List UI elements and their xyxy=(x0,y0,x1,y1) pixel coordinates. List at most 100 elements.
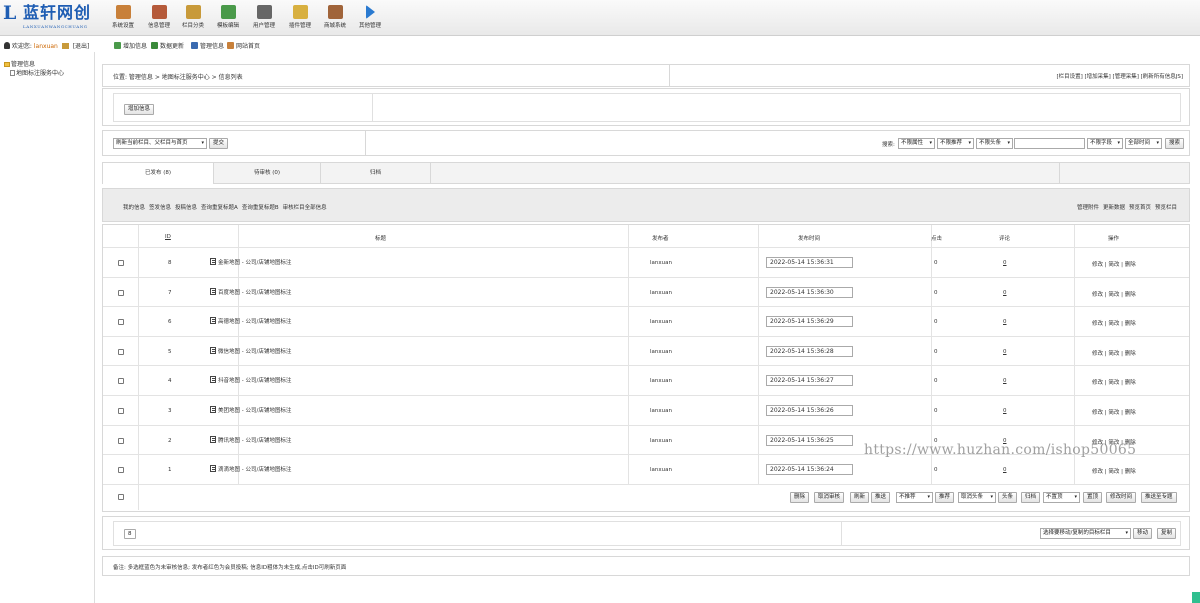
refresh-submit-button[interactable]: 提交 xyxy=(209,138,229,149)
row-author[interactable]: lanxuan xyxy=(650,260,672,266)
row-ops[interactable]: 修改 | 简改 | 删除 xyxy=(1092,260,1136,268)
batch-recommend-button[interactable]: 推荐 xyxy=(935,491,955,503)
row-time-field[interactable]: 2022-05-14 15:36:24 xyxy=(766,464,853,476)
row-id[interactable]: 5 xyxy=(168,349,172,355)
batch-no-top-select[interactable]: 不置顶 ▾ xyxy=(1043,491,1080,503)
toolbar-link[interactable]: 签发信息 xyxy=(149,205,171,211)
nav-item-plugin[interactable]: 插件管理 xyxy=(284,4,316,34)
batch-archive-button[interactable]: 归档 xyxy=(1021,491,1041,503)
field-select[interactable]: 不限字段 ▾ xyxy=(1087,138,1123,149)
batch-cancel-headline-select[interactable]: 取消头条 ▾ xyxy=(958,491,996,503)
row-title[interactable]: 百度地图 - 公司/店铺地图标注 xyxy=(210,287,291,296)
tree-root[interactable]: 管理信息 xyxy=(4,59,35,68)
row-time-field[interactable]: 2022-05-14 15:36:30 xyxy=(766,286,853,298)
nav-item-category[interactable]: 栏目分类 xyxy=(177,4,209,34)
quick-link-add[interactable]: 增加信息 xyxy=(114,41,147,50)
tab-archive[interactable]: 归档 xyxy=(321,163,431,184)
row-title-text[interactable]: 高德地图 - 公司/店铺地图标注 xyxy=(218,319,291,325)
nav-item-user[interactable]: 用户管理 xyxy=(248,4,280,34)
row-comments[interactable]: 0 xyxy=(1003,260,1007,266)
row-author[interactable]: lanxuan xyxy=(650,438,672,444)
row-author[interactable]: lanxuan xyxy=(650,319,672,325)
row-checkbox[interactable] xyxy=(118,408,124,414)
toolbar-link[interactable]: 预览首页 xyxy=(1129,205,1151,211)
batch-headline-button[interactable]: 头条 xyxy=(998,491,1018,503)
row-id[interactable]: 1 xyxy=(168,467,172,473)
recommend-select[interactable]: 不限推荐 ▾ xyxy=(937,138,974,149)
batch-top-button[interactable]: 置顶 xyxy=(1083,491,1103,503)
row-title[interactable]: 美团地图 - 公司/店铺地图标注 xyxy=(210,406,291,414)
nav-item-settings[interactable]: 系统设置 xyxy=(107,4,139,34)
tab-published[interactable]: 已发布 (8) xyxy=(103,163,214,184)
toolbar-link[interactable]: 查询重复标题B xyxy=(242,205,279,211)
batch-modify-time-button[interactable]: 修改时间 xyxy=(1106,491,1137,503)
row-checkbox[interactable] xyxy=(118,319,124,326)
row-title[interactable]: 腾讯地图 - 公司/店铺地图标注 xyxy=(210,435,291,444)
row-ops[interactable]: 修改 | 简改 | 删除 xyxy=(1092,408,1136,416)
batch-unaudit-button[interactable]: 取消审核 xyxy=(814,491,845,503)
row-comments[interactable]: 0 xyxy=(1003,290,1007,296)
row-title[interactable]: 金新地图 - 公司/店铺地图标注 xyxy=(210,258,291,266)
quick-link-home[interactable]: 网站首页 xyxy=(227,41,260,50)
tree-child[interactable]: 地图标注服务中心 xyxy=(10,68,64,77)
toolbar-link[interactable]: 管理附件 xyxy=(1077,205,1099,211)
row-time-field[interactable]: 2022-05-14 15:36:28 xyxy=(766,345,853,357)
row-time-field[interactable]: 2022-05-14 15:36:25 xyxy=(766,434,853,446)
row-title-text[interactable]: 美团地图 - 公司/店铺地图标注 xyxy=(218,408,291,414)
move-button[interactable]: 移动 xyxy=(1133,528,1153,539)
row-ops[interactable]: 修改 | 简改 | 删除 xyxy=(1092,467,1136,475)
search-input[interactable] xyxy=(1014,138,1085,149)
time-select[interactable]: 全部时间 ▾ xyxy=(1125,138,1162,149)
row-comments[interactable]: 0 xyxy=(1003,408,1007,414)
row-checkbox[interactable] xyxy=(118,467,124,474)
header-id[interactable]: ID xyxy=(165,234,171,240)
row-comments[interactable]: 0 xyxy=(1003,467,1007,473)
toolbar-link[interactable]: 预览栏目 xyxy=(1155,205,1177,211)
row-comments[interactable]: 0 xyxy=(1003,349,1007,355)
toolbar-link[interactable]: 我的信息 xyxy=(123,205,145,211)
row-title[interactable]: 高德地图 - 公司/店铺地图标注 xyxy=(210,317,291,325)
row-checkbox[interactable] xyxy=(118,260,124,266)
row-checkbox[interactable] xyxy=(118,348,124,355)
row-time-field[interactable]: 2022-05-14 15:36:29 xyxy=(766,316,853,328)
toolbar-link[interactable]: 查询重复标题A xyxy=(201,205,238,211)
row-comments[interactable]: 0 xyxy=(1003,378,1007,384)
select-all-checkbox[interactable] xyxy=(118,493,124,500)
location-links[interactable]: [栏目设置] [增加采集] [管理采集] [刷新所有信息JS] xyxy=(1056,72,1183,80)
row-id[interactable]: 2 xyxy=(168,438,172,444)
nav-item-template[interactable]: 模板编辑 xyxy=(212,4,244,34)
row-author[interactable]: lanxuan xyxy=(650,349,672,355)
row-author[interactable]: lanxuan xyxy=(650,290,672,296)
search-button[interactable]: 搜索 xyxy=(1165,138,1185,149)
toolbar-link[interactable]: 投稿信息 xyxy=(175,205,197,211)
row-ops[interactable]: 修改 | 简改 | 删除 xyxy=(1092,290,1136,298)
quick-link-edit[interactable]: 管理信息 xyxy=(191,41,224,50)
row-checkbox[interactable] xyxy=(118,437,124,444)
row-title-text[interactable]: 腾讯地图 - 公司/店铺地图标注 xyxy=(218,438,291,444)
row-title-text[interactable]: 滴滴地图 - 公司/店铺地图标注 xyxy=(218,467,291,473)
nav-item-shop[interactable]: 商城系统 xyxy=(319,4,351,34)
row-ops[interactable]: 修改 | 简改 | 删除 xyxy=(1092,319,1136,327)
row-time-field[interactable]: 2022-05-14 15:36:27 xyxy=(766,375,853,387)
row-time-field[interactable]: 2022-05-14 15:36:31 xyxy=(766,257,853,268)
batch-delete-button[interactable]: 删除 xyxy=(790,491,810,503)
row-checkbox[interactable] xyxy=(118,378,124,385)
row-title[interactable]: 滴滴地图 - 公司/店铺地图标注 xyxy=(210,465,291,473)
batch-push-topic-button[interactable]: 推送至专题 xyxy=(1141,491,1177,503)
nav-item-document[interactable]: 信息管理 xyxy=(143,4,175,34)
row-author[interactable]: lanxuan xyxy=(650,408,672,414)
copy-button[interactable]: 复制 xyxy=(1157,528,1177,539)
row-author[interactable]: lanxuan xyxy=(650,467,672,473)
refresh-select[interactable]: 刷新当前栏目、父栏目与首页 ▾ xyxy=(113,138,207,149)
row-title[interactable]: 微信地图 - 公司/店铺地图标注 xyxy=(210,346,291,355)
row-title-text[interactable]: 百度地图 - 公司/店铺地图标注 xyxy=(218,290,291,296)
welcome-user[interactable]: lanxuan xyxy=(34,43,58,50)
row-id[interactable]: 4 xyxy=(168,378,172,384)
batch-no-recommend-select[interactable]: 不推荐 ▾ xyxy=(896,491,933,503)
add-info-button[interactable]: 增加信息 xyxy=(124,104,155,115)
row-title-text[interactable]: 抖音地图 - 公司/店铺地图标注 xyxy=(218,378,291,384)
toolbar-link[interactable]: 审核栏目全部信息 xyxy=(283,205,327,211)
attr-select[interactable]: 不限属性 ▾ xyxy=(898,138,935,149)
row-id[interactable]: 3 xyxy=(168,408,172,414)
row-checkbox[interactable] xyxy=(118,289,124,296)
